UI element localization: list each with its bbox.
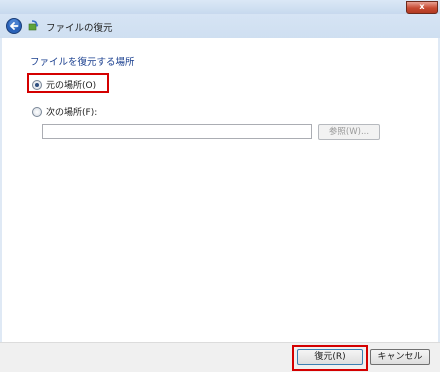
location-path-input[interactable] (42, 124, 312, 139)
browse-button[interactable]: 参照(W)... (318, 124, 380, 140)
other-location-option[interactable]: 次の場所(F): (32, 105, 97, 118)
wizard-header: ファイルの復元 (0, 14, 440, 38)
other-location-label: 次の場所(F): (46, 108, 98, 118)
original-location-option[interactable]: 元の場所(O) (32, 78, 96, 91)
other-location-radio[interactable] (32, 106, 42, 117)
close-button[interactable]: x (406, 1, 438, 14)
wizard-content: ファイルを復元する場所 元の場所(O) 次の場所(F): 参照(W)... (2, 38, 438, 342)
restore-wizard-icon (28, 20, 39, 31)
close-icon: x (419, 2, 425, 11)
back-arrow-icon[interactable] (6, 18, 22, 34)
cancel-button[interactable]: キャンセル (370, 349, 430, 365)
instruction-heading: ファイルを復元する場所 (30, 57, 135, 68)
title-bar: x (0, 0, 440, 14)
wizard-footer: 復元(R) キャンセル (0, 342, 440, 372)
original-location-radio[interactable] (32, 79, 42, 90)
page-title: ファイルの復元 (46, 23, 113, 34)
restore-button[interactable]: 復元(R) (297, 349, 363, 365)
original-location-label: 元の場所(O) (46, 81, 97, 91)
